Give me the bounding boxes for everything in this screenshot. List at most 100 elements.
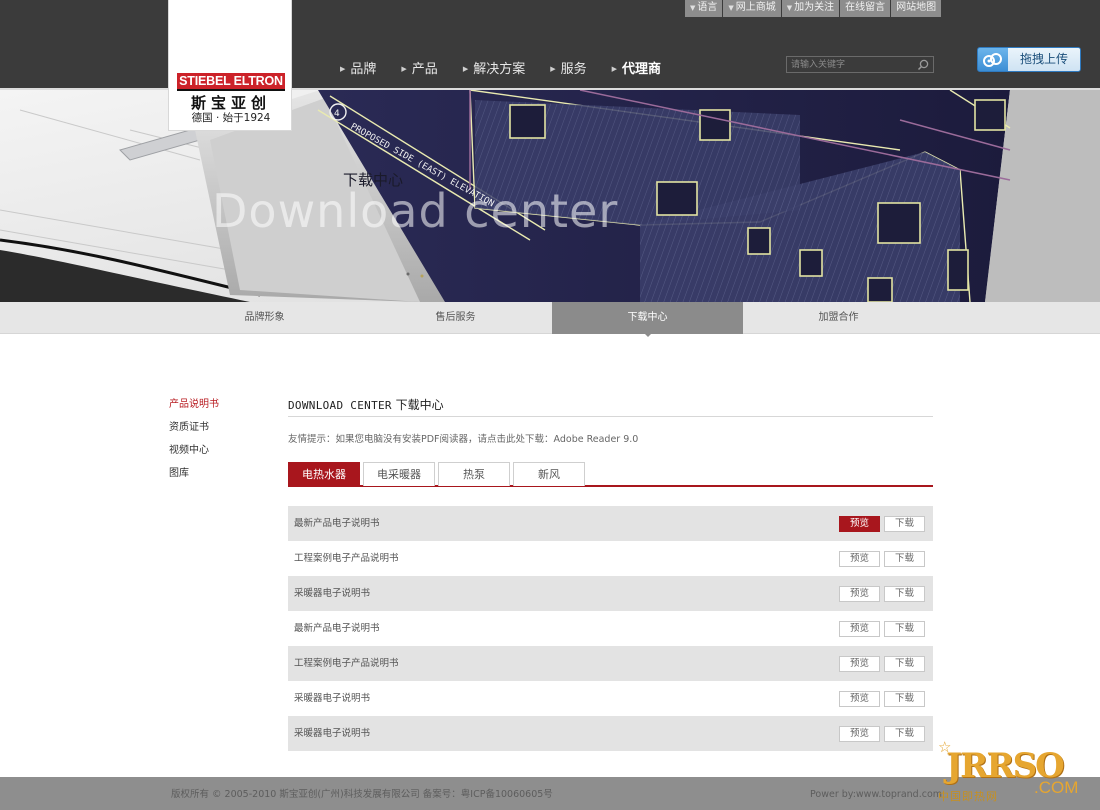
triangle-down-icon: ▼: [786, 4, 793, 12]
tab-electric-heater[interactable]: 电采暖器: [363, 462, 435, 486]
sidebar-item-manuals[interactable]: 产品说明书: [169, 398, 219, 421]
preview-button[interactable]: 预览: [839, 621, 880, 637]
preview-button[interactable]: 预览: [839, 516, 880, 532]
sidebar-item-videos[interactable]: 视频中心: [169, 444, 219, 467]
triangle-right-icon: ▶: [611, 65, 618, 73]
top-link-message[interactable]: 在线留言: [840, 0, 891, 17]
top-link-label: 在线留言: [845, 2, 886, 13]
tab-heat-pump[interactable]: 热泵: [438, 462, 510, 486]
powered-by-link[interactable]: Power by:www.toprand.com: [810, 777, 942, 810]
sub-nav-brand-image[interactable]: 品牌形象: [169, 302, 360, 334]
upload-button[interactable]: 拖拽上传: [977, 47, 1081, 72]
download-button[interactable]: 下载: [884, 551, 925, 567]
file-title: 采暖器电子说明书: [294, 588, 371, 599]
site-header: ▼ 语言 ▼ 网上商城 ▼ 加为关注 在线留言 网站地图 ▶ 品牌 ▶ 产品 ▶ 解决方案 …: [0, 0, 1100, 88]
download-button[interactable]: 下载: [884, 726, 925, 742]
preview-button[interactable]: 预览: [839, 726, 880, 742]
top-link-shop[interactable]: ▼ 网上商城: [723, 0, 781, 17]
triangle-down-icon: ▼: [728, 4, 734, 12]
main-nav-brand[interactable]: ▶ 品牌: [340, 58, 376, 77]
file-row: 最新产品电子说明书 预览 下载: [288, 506, 933, 541]
page-title: DOWNLOAD CENTER 下载中心: [288, 396, 933, 417]
sidebar-item-gallery[interactable]: 图库: [169, 467, 219, 490]
search-icon[interactable]: [916, 58, 930, 72]
page-title-en: DOWNLOAD CENTER: [288, 399, 392, 412]
file-row: 采暖器电子说明书 预览 下载: [288, 576, 933, 611]
file-row: 工程案例电子产品说明书 预览 下载: [288, 646, 933, 681]
copyright-text: 版权所有 © 2005-2010 斯宝亚创(广州)科技发展有限公司 备案号：粤I…: [171, 789, 553, 800]
top-link-label: 加为关注: [794, 2, 835, 13]
file-title: 采暖器电子说明书: [294, 693, 371, 704]
file-title: 采暖器电子说明书: [294, 728, 371, 739]
file-row: 最新产品电子说明书 预览 下载: [288, 611, 933, 646]
file-title: 最新产品电子说明书: [294, 623, 380, 634]
download-button[interactable]: 下载: [884, 691, 925, 707]
sub-nav-franchise[interactable]: 加盟合作: [743, 302, 934, 334]
file-row: 采暖器电子说明书 预览 下载: [288, 716, 933, 751]
top-link-language[interactable]: ▼ 语言: [685, 0, 723, 17]
file-row: 采暖器电子说明书 预览 下载: [288, 681, 933, 716]
main-nav-label: 品牌: [350, 62, 377, 77]
top-link-label: 网站地图: [896, 2, 937, 13]
logo-underline: [177, 89, 285, 91]
preview-button[interactable]: 预览: [839, 586, 880, 602]
top-links: ▼ 语言 ▼ 网上商城 ▼ 加为关注 在线留言 网站地图: [685, 0, 942, 17]
tab-fresh-air[interactable]: 新风: [513, 462, 585, 486]
site-footer: 版权所有 © 2005-2010 斯宝亚创(广州)科技发展有限公司 备案号：粤I…: [0, 777, 1100, 810]
site-watermark-logo: ☆ JRRSO .COM 中国即热网: [936, 738, 1078, 804]
cloud-link-icon: [978, 48, 1008, 71]
adobe-reader-link[interactable]: Adobe Reader 9.0: [554, 434, 639, 445]
logo-tagline: 德国 · 始于1924: [191, 112, 271, 124]
main-nav-products[interactable]: ▶ 产品: [401, 58, 437, 77]
file-row: 工程案例电子产品说明书 预览 下载: [288, 541, 933, 576]
brand-logo[interactable]: STIEBEL ELTRON 斯宝亚创 德国 · 始于1924: [168, 0, 292, 131]
main-nav-service[interactable]: ▶ 服务: [550, 58, 586, 77]
file-list: 最新产品电子说明书 预览 下载 工程案例电子产品说明书 预览 下载 采暖器电子说…: [288, 506, 933, 751]
triangle-down-icon: ▼: [690, 4, 696, 12]
sub-nav-after-sales[interactable]: 售后服务: [360, 302, 551, 334]
main-nav-label: 代理商: [622, 62, 662, 77]
sidebar: 产品说明书 资质证书 视频中心 图库: [169, 398, 219, 490]
watermark-cn: 中国即热网: [938, 790, 998, 803]
top-link-follow[interactable]: ▼ 加为关注: [781, 0, 840, 17]
sidebar-item-certificates[interactable]: 资质证书: [169, 421, 219, 444]
preview-button[interactable]: 预览: [839, 551, 880, 567]
preview-button[interactable]: 预览: [839, 656, 880, 672]
file-title: 工程案例电子产品说明书: [294, 553, 399, 564]
sub-nav: 品牌形象 售后服务 下载中心 加盟合作: [0, 302, 1100, 334]
search-input[interactable]: [791, 58, 915, 72]
main-nav: ▶ 品牌 ▶ 产品 ▶ 解决方案 ▶ 服务 ▶ 代理商: [340, 58, 686, 77]
page-title-cn: 下载中心: [395, 398, 444, 412]
triangle-right-icon: ▶: [550, 65, 556, 73]
pdf-tip-text: 友情提示：如果您电脑没有安装PDF阅读器，请点击此处下载：: [288, 434, 554, 445]
main-nav-label: 解决方案: [473, 62, 526, 77]
triangle-right-icon: ▶: [462, 65, 469, 73]
upload-label: 拖拽上传: [1008, 48, 1080, 71]
category-tabs: 电热水器 电采暖器 热泵 新风: [288, 462, 933, 487]
drawing-number: 4: [334, 109, 340, 119]
download-button[interactable]: 下载: [884, 656, 925, 672]
triangle-right-icon: ▶: [401, 65, 407, 73]
triangle-right-icon: ▶: [340, 65, 346, 73]
main-nav-solutions[interactable]: ▶ 解决方案: [463, 58, 525, 77]
banner-title-en: Download center: [212, 184, 619, 238]
main-nav-label: 产品: [411, 62, 438, 77]
main-content: DOWNLOAD CENTER 下载中心 友情提示：如果您电脑没有安装PDF阅读…: [288, 396, 933, 751]
sub-nav-download-center[interactable]: 下载中心: [552, 302, 743, 334]
file-title: 工程案例电子产品说明书: [294, 658, 399, 669]
tab-electric-water-heater[interactable]: 电热水器: [288, 462, 360, 486]
logo-text-en: STIEBEL ELTRON: [177, 73, 285, 89]
watermark-suffix: .COM: [1034, 778, 1079, 797]
download-button[interactable]: 下载: [884, 516, 925, 532]
active-tab-caret: [644, 333, 652, 337]
top-link-sitemap[interactable]: 网站地图: [891, 0, 942, 17]
download-button[interactable]: 下载: [884, 621, 925, 637]
main-nav-label: 服务: [560, 62, 587, 77]
download-button[interactable]: 下载: [884, 586, 925, 602]
top-link-label: 网上商城: [735, 2, 776, 13]
top-link-label: 语言: [697, 2, 718, 13]
preview-button[interactable]: 预览: [839, 691, 880, 707]
main-nav-dealers[interactable]: ▶ 代理商: [612, 58, 661, 77]
hero-banner: 4 PROPOSED SIDE (EAST) ELEVATION 下载中心 Do…: [0, 90, 1100, 302]
pdf-tip: 友情提示：如果您电脑没有安装PDF阅读器，请点击此处下载：Adobe Reade…: [288, 431, 933, 445]
